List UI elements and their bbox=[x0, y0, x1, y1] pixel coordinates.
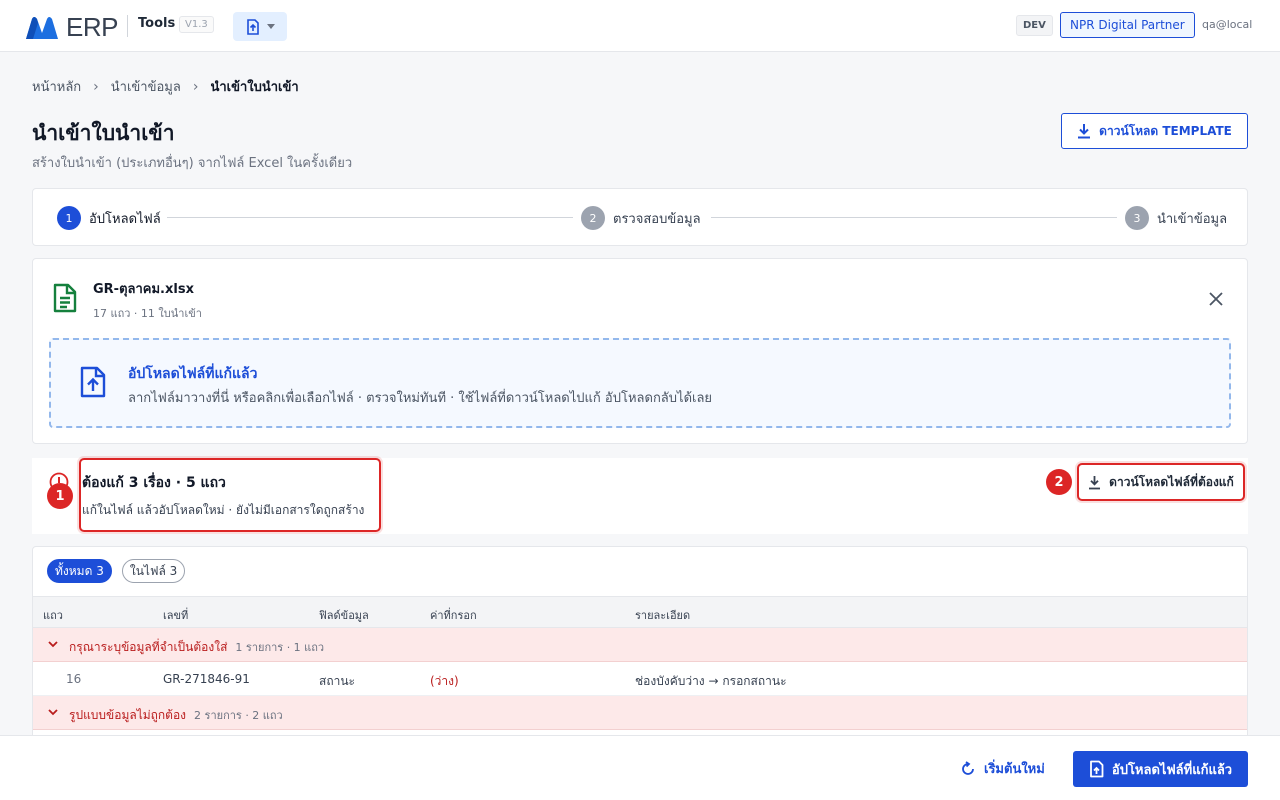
user-label[interactable]: qa@local bbox=[1202, 18, 1252, 31]
refresh-icon bbox=[962, 760, 974, 775]
page-subtitle: สร้างใบนำเข้า (ประเภทอื่นๆ) จากไฟล์ Exce… bbox=[32, 156, 353, 171]
restart-button[interactable]: เริ่มต้นใหม่ bbox=[960, 758, 1045, 779]
table-row[interactable]: 16 GR-271846-91 สถานะ (ว่าง) ช่องบังคับว… bbox=[33, 662, 1247, 696]
caret-down-icon bbox=[267, 24, 275, 29]
column-header-row: แถว bbox=[43, 609, 63, 622]
footer-action-bar: เริ่มต้นใหม่ อัปโหลดไฟล์ที่แก้แล้ว bbox=[0, 735, 1280, 800]
logo-divider bbox=[127, 15, 128, 37]
error-summary-description: แก้ในไฟล์ แล้วอัปโหลดใหม่ · ยังไม่มีเอกส… bbox=[82, 503, 365, 517]
cell-field: สถานะ bbox=[319, 674, 355, 688]
file-meta: 17 แถว · 11 ใบนำเข้า bbox=[93, 307, 202, 320]
step-number: 3 bbox=[1125, 206, 1149, 230]
dropzone-title: อัปโหลดไฟล์ที่แก้แล้ว bbox=[128, 366, 258, 382]
close-icon[interactable] bbox=[1206, 289, 1226, 309]
file-name: GR-ตุลาคม.xlsx bbox=[93, 282, 194, 297]
page-title: นำเข้าใบนำเข้า bbox=[32, 121, 175, 145]
upload-dropzone[interactable]: อัปโหลดไฟล์ที่แก้แล้ว ลากไฟล์มาวางที่นี่… bbox=[49, 338, 1231, 428]
group-title-text: กรุณาระบุข้อมูลที่จำเป็นต้องใส่ bbox=[69, 640, 228, 654]
upload-file-icon bbox=[80, 366, 106, 398]
upload-fixed-file-label: อัปโหลดไฟล์ที่แก้แล้ว bbox=[1111, 762, 1233, 778]
error-summary-title: ต้องแก้ 3 เรื่อง · 5 แถว bbox=[82, 475, 226, 491]
error-summary: ต้องแก้ 3 เรื่อง · 5 แถว แก้ในไฟล์ แล้วอ… bbox=[32, 458, 1248, 534]
version-badge: V1.3 bbox=[179, 16, 214, 33]
group-count: 1 รายการ · 1 แถว bbox=[235, 641, 325, 654]
download-icon bbox=[1078, 124, 1091, 139]
breadcrumb-current: นำเข้าใบนำเข้า bbox=[210, 80, 299, 95]
chevron-down-icon bbox=[48, 641, 58, 648]
step-import: 3 นำเข้าข้อมูล bbox=[1125, 206, 1227, 230]
step-verify: 2 ตรวจสอบข้อมูล bbox=[581, 206, 701, 230]
download-template-button[interactable]: ดาวน์โหลด TEMPLATE bbox=[1061, 113, 1248, 149]
upload-file-icon bbox=[247, 18, 259, 35]
app-name: Tools bbox=[138, 16, 176, 31]
column-header-doc: เลขที่ bbox=[163, 609, 189, 622]
top-bar: ERP Tools V1.3 DEV NPR Digital Partner q… bbox=[0, 0, 1280, 52]
upload-file-icon bbox=[1089, 760, 1104, 778]
group-title: รูปแบบข้อมูลไม่ถูกต้อง 2 รายการ · 2 แถว bbox=[69, 706, 283, 725]
annotation-marker-1: 1 bbox=[47, 483, 73, 509]
step-number: 2 bbox=[581, 206, 605, 230]
column-header-value: ค่าที่กรอก bbox=[430, 609, 477, 622]
filter-chip-all[interactable]: ทั้งหมด 3 bbox=[47, 559, 112, 583]
step-connector bbox=[711, 217, 1117, 218]
upload-fixed-file-button[interactable]: อัปโหลดไฟล์ที่แก้แล้ว bbox=[1073, 751, 1248, 787]
spreadsheet-file-icon bbox=[53, 283, 77, 313]
dropzone-description: ลากไฟล์มาวางที่นี่ หรือคลิกเพื่อเลือกไฟล… bbox=[128, 391, 713, 406]
column-header-detail: รายละเอียด bbox=[635, 609, 691, 622]
chevron-right-icon: › bbox=[93, 78, 99, 95]
step-label: นำเข้าข้อมูล bbox=[1157, 211, 1228, 227]
table-header: แถว เลขที่ ฟิลด์ข้อมูล ค่าที่กรอก รายละเ… bbox=[33, 596, 1247, 628]
partner-badge[interactable]: NPR Digital Partner bbox=[1060, 12, 1195, 38]
annotation-highlight-1 bbox=[79, 458, 381, 532]
restart-label: เริ่มต้นใหม่ bbox=[984, 762, 1045, 777]
group-title-text: รูปแบบข้อมูลไม่ถูกต้อง bbox=[69, 708, 187, 722]
step-connector bbox=[167, 217, 573, 218]
annotation-marker-2: 2 bbox=[1046, 469, 1072, 495]
error-group-required[interactable]: กรุณาระบุข้อมูลที่จำเป็นต้องใส่ 1 รายการ … bbox=[33, 628, 1247, 662]
filter-chip-in-file[interactable]: ในไฟล์ 3 bbox=[121, 559, 186, 583]
breadcrumb: หน้าหลัก › นำเข้าข้อมูล › นำเข้าใบนำเข้า bbox=[32, 76, 299, 97]
cell-row: 16 bbox=[66, 672, 82, 686]
stepper: 1 อัปโหลดไฟล์ 2 ตรวจสอบข้อมูล 3 นำเข้าข้… bbox=[32, 188, 1248, 246]
breadcrumb-import[interactable]: นำเข้าข้อมูล bbox=[111, 76, 181, 97]
chevron-down-icon bbox=[48, 709, 58, 716]
group-title: กรุณาระบุข้อมูลที่จำเป็นต้องใส่ 1 รายการ … bbox=[69, 638, 324, 657]
logo-text: ERP bbox=[66, 12, 118, 42]
logo-mark-icon bbox=[26, 16, 58, 39]
column-header-field: ฟิลด์ข้อมูล bbox=[319, 609, 369, 622]
step-number: 1 bbox=[57, 206, 81, 230]
cell-doc: GR-271846-91 bbox=[163, 672, 250, 686]
download-icon bbox=[1089, 475, 1101, 489]
error-group-format[interactable]: รูปแบบข้อมูลไม่ถูกต้อง 2 รายการ · 2 แถว bbox=[33, 696, 1247, 730]
group-count: 2 รายการ · 2 แถว bbox=[194, 709, 283, 722]
cell-detail: ช่องบังคับว่าง → กรอกสถานะ bbox=[635, 674, 787, 688]
env-badge: DEV bbox=[1016, 15, 1053, 36]
filter-chips: ทั้งหมด 3 ในไฟล์ 3 bbox=[47, 559, 186, 583]
step-label: ตรวจสอบข้อมูล bbox=[613, 211, 701, 227]
download-error-file-label: ดาวน์โหลดไฟล์ที่ต้องแก้ bbox=[1109, 474, 1234, 489]
step-upload: 1 อัปโหลดไฟล์ bbox=[57, 206, 161, 230]
file-card: GR-ตุลาคม.xlsx 17 แถว · 11 ใบนำเข้า อัปโ… bbox=[32, 258, 1248, 444]
app-switcher-button[interactable] bbox=[233, 12, 287, 41]
breadcrumb-home[interactable]: หน้าหลัก bbox=[32, 76, 81, 97]
download-template-label: ดาวน์โหลด TEMPLATE bbox=[1099, 123, 1232, 138]
step-label: อัปโหลดไฟล์ bbox=[89, 211, 161, 227]
download-error-file-button[interactable]: ดาวน์โหลดไฟล์ที่ต้องแก้ bbox=[1077, 463, 1245, 501]
cell-value: (ว่าง) bbox=[430, 674, 459, 688]
chevron-right-icon: › bbox=[192, 78, 199, 95]
logo[interactable]: ERP bbox=[24, 12, 118, 43]
